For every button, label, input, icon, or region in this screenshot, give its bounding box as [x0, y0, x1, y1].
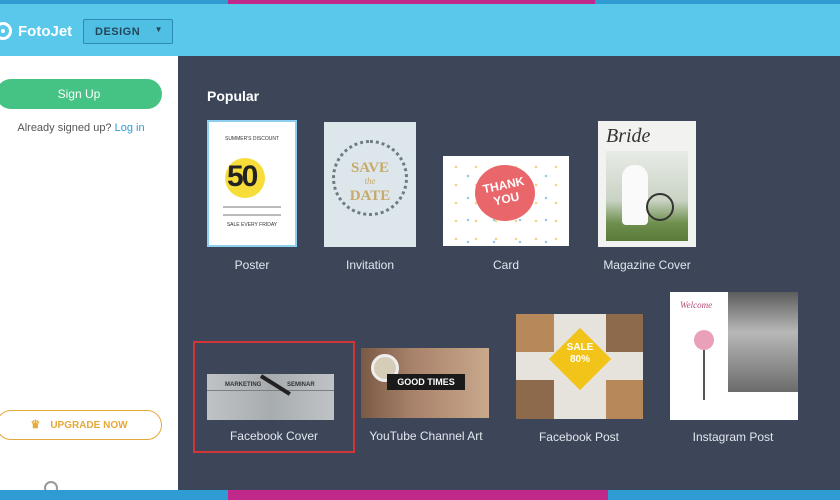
card-thumbnail: THANK YOU [443, 156, 569, 246]
facebook-post-thumbnail: SALE 80% [516, 314, 643, 419]
template-label: Invitation [345, 258, 395, 272]
facebook-cover-thumbnail: MARKETING SEMINAR [207, 374, 334, 420]
magazine-thumbnail: Bride [598, 121, 696, 247]
invitation-save: SAVE [350, 160, 390, 176]
section-title: Popular [207, 88, 260, 104]
bottom-accent-strip [0, 490, 840, 500]
template-instagram-post[interactable]: Welcome Instagram Post [670, 292, 798, 450]
sale-label: SALE [566, 342, 594, 353]
sale-percent: 80% [569, 354, 590, 365]
youtube-thumbnail: GOOD TIMES [361, 348, 489, 418]
magazine-title: Bride [606, 125, 651, 147]
bicycle-wheel [646, 193, 674, 221]
flower-stem [703, 350, 705, 400]
upgrade-button[interactable]: ♛ UPGRADE NOW [0, 410, 162, 440]
invitation-the: the [364, 176, 376, 186]
template-label: Facebook Post [538, 430, 620, 444]
sale-text: SALE 80% [554, 342, 606, 366]
instagram-thumbnail: Welcome [670, 292, 798, 420]
invitation-date: DATE [349, 188, 391, 204]
template-poster[interactable]: SUMMER'S DISCOUNT 50 SALE EVERY FRIDAY P… [207, 120, 297, 276]
instagram-welcome: Welcome [680, 300, 713, 310]
cover-rule [207, 390, 334, 391]
design-dropdown-label: DESIGN [95, 26, 141, 38]
signup-button[interactable]: Sign Up [0, 79, 162, 109]
cover-left-text: MARKETING [225, 382, 262, 388]
template-youtube-channel-art[interactable]: GOOD TIMES YouTube Channel Art [361, 348, 491, 450]
template-card[interactable]: THANK YOU Card [443, 156, 569, 276]
caret-down-icon: ▼ [154, 25, 163, 34]
flower-graphic [694, 330, 714, 350]
template-label: Facebook Cover [229, 429, 319, 443]
template-label: Magazine Cover [603, 258, 691, 272]
header: FotoJet DESIGN ▼ [0, 4, 840, 56]
logo-icon [0, 22, 12, 40]
design-dropdown[interactable]: DESIGN ▼ [83, 19, 173, 44]
already-signed-up-text: Already signed up? Log in [0, 122, 162, 134]
magazine-dress [622, 165, 648, 225]
poster-footer: SALE EVERY FRIDAY [226, 222, 278, 228]
poster-thumbnail: SUMMER'S DISCOUNT 50 SALE EVERY FRIDAY [207, 120, 297, 247]
youtube-banner-text: GOOD TIMES [387, 374, 465, 390]
portrait-photo [728, 292, 798, 392]
upgrade-label: UPGRADE NOW [50, 420, 128, 431]
template-facebook-post[interactable]: SALE 80% Facebook Post [516, 314, 643, 450]
template-label: Instagram Post [692, 430, 774, 444]
template-invitation[interactable]: SAVE the DATE Invitation [324, 120, 416, 276]
cover-right-text: SEMINAR [287, 382, 315, 388]
template-label: YouTube Channel Art [369, 429, 483, 443]
already-text: Already signed up? [17, 122, 112, 134]
crown-icon: ♛ [30, 419, 41, 431]
poster-headline: SUMMER'S DISCOUNT [224, 136, 279, 142]
template-label: Poster [234, 258, 270, 272]
template-magazine-cover[interactable]: Bride Magazine Cover [598, 121, 696, 276]
sidebar: Sign Up Already signed up? Log in ♛ UPGRA… [0, 56, 178, 495]
app-name: FotoJet [18, 22, 73, 40]
logo[interactable]: FotoJet [0, 22, 72, 40]
invitation-thumbnail: SAVE the DATE [324, 122, 416, 247]
template-label: Card [492, 258, 519, 272]
template-facebook-cover[interactable]: MARKETING SEMINAR Facebook Cover [193, 341, 355, 453]
poster-big-number: 50 [227, 160, 258, 193]
login-link[interactable]: Log in [115, 122, 145, 134]
template-gallery: Popular SUMMER'S DISCOUNT 50 SALE EVERY … [178, 56, 840, 490]
